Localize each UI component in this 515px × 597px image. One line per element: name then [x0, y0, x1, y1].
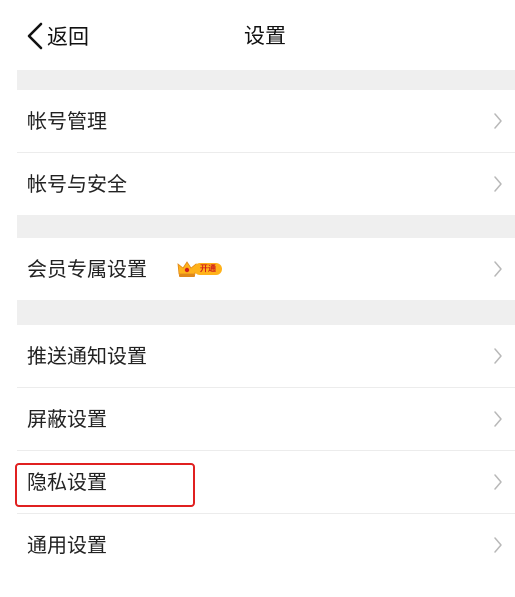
settings-row-block[interactable]: 屏蔽设置 — [17, 388, 515, 450]
group-separator — [17, 300, 515, 325]
header: 返回 设置 — [0, 0, 515, 70]
vip-badge[interactable]: 开通 — [177, 259, 229, 279]
row-label: 推送通知设置 — [27, 344, 147, 368]
chevron-right-icon — [494, 176, 502, 192]
chevron-right-icon — [494, 261, 502, 277]
settings-row-account-management[interactable]: 帐号管理 — [17, 90, 515, 152]
vip-badge-label: 开通 — [194, 263, 222, 275]
chevron-right-icon — [494, 348, 502, 364]
row-label: 会员专属设置 — [27, 257, 147, 281]
chevron-right-icon — [494, 537, 502, 553]
group-separator — [17, 215, 515, 238]
chevron-right-icon — [494, 113, 502, 129]
settings-row-push-notifications[interactable]: 推送通知设置 — [17, 325, 515, 387]
chevron-left-icon — [27, 22, 43, 50]
settings-row-privacy[interactable]: 隐私设置 — [17, 451, 515, 513]
settings-row-member-settings[interactable]: 会员专属设置 开通 — [17, 238, 515, 300]
group-separator — [17, 70, 515, 90]
back-label: 返回 — [47, 25, 89, 49]
row-label: 帐号与安全 — [27, 172, 127, 196]
page-title: 设置 — [244, 24, 286, 48]
back-button[interactable]: 返回 — [24, 18, 89, 54]
settings-row-account-security[interactable]: 帐号与安全 — [17, 153, 515, 215]
row-label: 屏蔽设置 — [27, 407, 107, 431]
row-label: 隐私设置 — [27, 470, 107, 494]
chevron-right-icon — [494, 474, 502, 490]
settings-row-general[interactable]: 通用设置 — [17, 514, 515, 576]
row-label: 帐号管理 — [27, 109, 107, 133]
row-label: 通用设置 — [27, 533, 107, 557]
chevron-right-icon — [494, 411, 502, 427]
